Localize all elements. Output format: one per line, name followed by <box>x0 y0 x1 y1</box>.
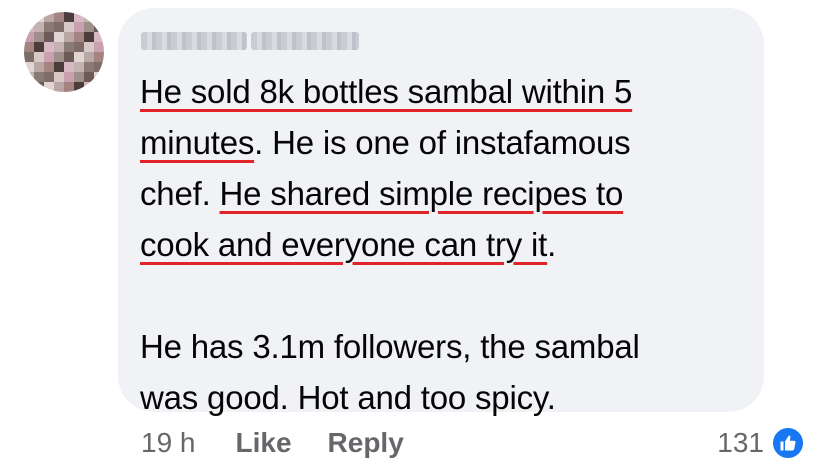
comment-screenshot: He sold 8k bottles sambal within 5 minute… <box>0 0 828 467</box>
underlined-text: minutes <box>140 124 255 161</box>
comment-line: cook and everyone can try it. <box>140 219 750 270</box>
reaction-summary[interactable]: 131 <box>717 423 806 463</box>
comment-line: was good. Hot and too spicy. <box>140 372 750 423</box>
comment-paragraph-gap <box>140 270 750 321</box>
comment-text-segment: . He is one of instafamous <box>254 124 631 161</box>
author-name-redacted-part <box>251 32 359 50</box>
reaction-count: 131 <box>717 427 764 458</box>
timestamp[interactable]: 19 h <box>141 427 196 459</box>
author-name-blurred[interactable] <box>141 32 359 50</box>
comment-text-segment: . <box>547 226 557 263</box>
underlined-text: He sold 8k bottles sambal within 5 <box>140 73 633 110</box>
avatar[interactable] <box>24 12 104 92</box>
comment-actions: 19 h Like Reply <box>141 423 440 463</box>
comment-line: He has 3.1m followers, the sambal <box>140 321 750 372</box>
underlined-text: cook and everyone can try it <box>140 226 548 263</box>
comment-bubble: He sold 8k bottles sambal within 5 minute… <box>118 8 764 416</box>
author-name-redacted-part <box>141 32 247 50</box>
comment-line: chef. He shared simple recipes to <box>140 168 750 219</box>
comment-line: He sold 8k bottles sambal within 5 <box>140 66 750 117</box>
like-button[interactable]: Like <box>236 427 292 459</box>
comment-text-segment: chef. <box>140 175 220 212</box>
thumbs-up-icon <box>770 425 806 461</box>
underlined-text: He shared simple recipes to <box>219 175 624 212</box>
comment-text-segment: He has 3.1m followers, the sambal <box>140 328 640 365</box>
comment-text: He sold 8k bottles sambal within 5 minute… <box>140 66 750 423</box>
reply-button[interactable]: Reply <box>328 427 404 459</box>
comment-text-segment: was good. Hot and too spicy. <box>140 379 556 416</box>
comment-line: minutes. He is one of instafamous <box>140 117 750 168</box>
